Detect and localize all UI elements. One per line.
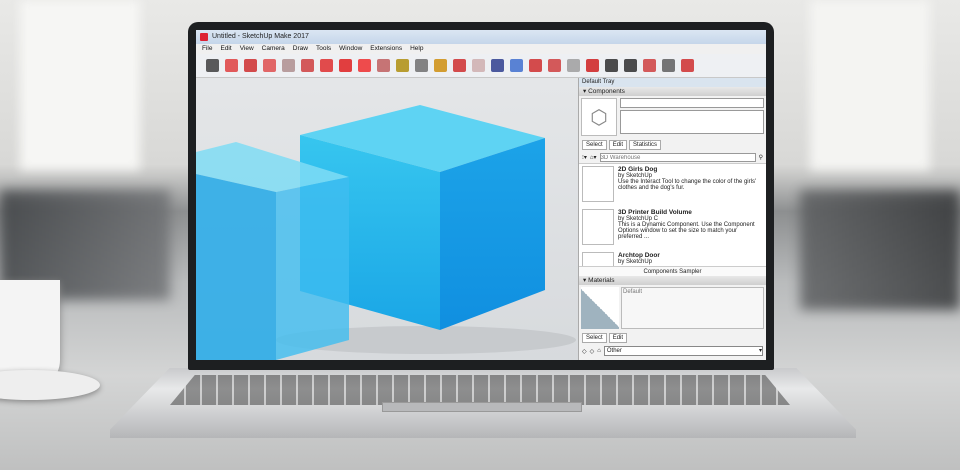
component-item[interactable]: 3D Printer Build Volume by SketchUp C This… bbox=[579, 207, 766, 250]
pan-icon[interactable] bbox=[472, 59, 485, 72]
zoom-icon[interactable] bbox=[491, 59, 504, 72]
component-title: 2D Girls Dog bbox=[618, 166, 658, 173]
move-icon[interactable] bbox=[339, 59, 352, 72]
collection-value: Other bbox=[606, 348, 622, 354]
component-name-field[interactable] bbox=[620, 98, 764, 108]
material-swatch bbox=[581, 287, 619, 329]
components-tabs: Select Edit Statistics bbox=[579, 138, 766, 152]
sketchup-app-icon bbox=[200, 33, 208, 41]
tray-title: Default Tray bbox=[579, 78, 766, 87]
menu-file[interactable]: File bbox=[202, 44, 212, 54]
share-icon[interactable] bbox=[586, 59, 599, 72]
background-chairs bbox=[800, 190, 960, 310]
component-thumbnail bbox=[582, 166, 614, 202]
component-description: Use the Interact Tool to change the colo… bbox=[618, 179, 757, 191]
warehouse-search-input[interactable] bbox=[599, 153, 756, 162]
view-options-icon[interactable]: ⁝▾ bbox=[582, 154, 587, 161]
component-list: 2D Girls Dog by SketchUp Use the Interact … bbox=[579, 163, 766, 266]
background-window bbox=[20, 0, 140, 170]
materials-tabs: Select Edit bbox=[579, 331, 766, 345]
toolbar bbox=[196, 54, 766, 78]
push-pull-icon[interactable] bbox=[301, 59, 314, 72]
window-title: Untitled - SketchUp Make 2017 bbox=[212, 33, 309, 40]
box-icon[interactable] bbox=[662, 59, 675, 72]
component-description-field[interactable] bbox=[620, 110, 764, 134]
materials-header-label: Materials bbox=[588, 277, 615, 284]
rotate-icon[interactable] bbox=[358, 59, 371, 72]
zoom-extents-icon[interactable] bbox=[510, 59, 523, 72]
tape-measure-icon[interactable] bbox=[396, 59, 409, 72]
component-thumbnail bbox=[582, 209, 614, 245]
menu-camera[interactable]: Camera bbox=[262, 44, 285, 54]
tab-select[interactable]: Select bbox=[582, 140, 607, 150]
material-preview: Default bbox=[579, 285, 766, 331]
menu-tools[interactable]: Tools bbox=[316, 44, 331, 54]
solid-tools-2-icon[interactable] bbox=[624, 59, 637, 72]
home-icon[interactable]: ⌂ bbox=[597, 348, 601, 354]
arc-icon[interactable] bbox=[263, 59, 276, 72]
materials-tab-select[interactable]: Select bbox=[582, 333, 607, 343]
paint-bucket-icon[interactable] bbox=[434, 59, 447, 72]
touchpad bbox=[382, 402, 582, 412]
push-pull-2-icon[interactable] bbox=[681, 59, 694, 72]
back-icon[interactable]: ◇ bbox=[582, 348, 587, 355]
menu-draw[interactable]: Draw bbox=[293, 44, 308, 54]
tab-edit[interactable]: Edit bbox=[608, 140, 628, 150]
materials-nav: ◇ ◇ ⌂ Other ▾ bbox=[579, 345, 766, 357]
cubes-model bbox=[196, 105, 576, 360]
component-thumbnail bbox=[582, 252, 614, 266]
menu-extensions[interactable]: Extensions bbox=[370, 44, 402, 54]
search-row: ⁝▾ ⌂▾ ⚲ bbox=[579, 152, 766, 163]
background-window bbox=[810, 0, 930, 170]
eraser-icon[interactable] bbox=[225, 59, 238, 72]
menu-bar: File Edit View Camera Draw Tools Window … bbox=[196, 44, 766, 54]
menu-window[interactable]: Window bbox=[339, 44, 362, 54]
follow-me-icon[interactable] bbox=[320, 59, 333, 72]
front-cube-front bbox=[276, 177, 349, 360]
front-cube-left bbox=[196, 174, 276, 360]
menu-view[interactable]: View bbox=[240, 44, 254, 54]
menu-edit[interactable]: Edit bbox=[220, 44, 231, 54]
components-sampler-label: Components Sampler bbox=[579, 266, 766, 276]
component-item[interactable]: 2D Girls Dog by SketchUp Use the Interact … bbox=[579, 164, 766, 207]
component-title: Archtop Door bbox=[618, 252, 660, 259]
scale-icon[interactable] bbox=[377, 59, 390, 72]
component-preview: ⬡ bbox=[579, 96, 766, 138]
layout-icon[interactable] bbox=[567, 59, 580, 72]
section-plane-icon[interactable] bbox=[643, 59, 656, 72]
component-description: This is a Dynamic Component. Use the Com… bbox=[618, 222, 755, 240]
materials-tab-edit[interactable]: Edit bbox=[608, 333, 628, 343]
extension-warehouse-icon[interactable] bbox=[548, 59, 561, 72]
select-icon[interactable] bbox=[206, 59, 219, 72]
keyboard bbox=[170, 375, 790, 405]
3d-viewport[interactable] bbox=[196, 78, 578, 360]
orbit-icon[interactable] bbox=[453, 59, 466, 72]
home-icon[interactable]: ⌂▾ bbox=[590, 154, 597, 161]
materials-header[interactable]: ▾ Materials bbox=[579, 276, 766, 285]
component-author: by SketchUp bbox=[618, 259, 653, 265]
material-name-field[interactable]: Default bbox=[621, 287, 764, 329]
components-header-label: Components bbox=[588, 88, 625, 95]
tab-statistics[interactable]: Statistics bbox=[629, 140, 662, 150]
text-icon[interactable] bbox=[415, 59, 428, 72]
sketchup-window: Untitled - SketchUp Make 2017 File Edit … bbox=[196, 30, 766, 360]
search-icon[interactable]: ⚲ bbox=[759, 154, 763, 161]
menu-help[interactable]: Help bbox=[410, 44, 423, 54]
default-tray: Default Tray ▾ Components ⬡ Select Edit … bbox=[578, 78, 766, 360]
forward-icon[interactable]: ◇ bbox=[590, 348, 595, 355]
chevron-down-icon: ▾ bbox=[758, 348, 762, 354]
component-item[interactable]: Archtop Door by SketchUp bbox=[579, 250, 766, 266]
solid-tools-icon[interactable] bbox=[605, 59, 618, 72]
component-title: 3D Printer Build Volume bbox=[618, 209, 692, 216]
cube-preview-icon: ⬡ bbox=[581, 98, 617, 136]
warehouse-icon[interactable] bbox=[529, 59, 542, 72]
pencil-icon[interactable] bbox=[244, 59, 257, 72]
collection-select[interactable]: Other ▾ bbox=[603, 346, 763, 356]
components-header[interactable]: ▾ Components bbox=[579, 87, 766, 96]
title-bar: Untitled - SketchUp Make 2017 bbox=[196, 30, 766, 44]
saucer bbox=[0, 370, 100, 400]
rectangle-icon[interactable] bbox=[282, 59, 295, 72]
